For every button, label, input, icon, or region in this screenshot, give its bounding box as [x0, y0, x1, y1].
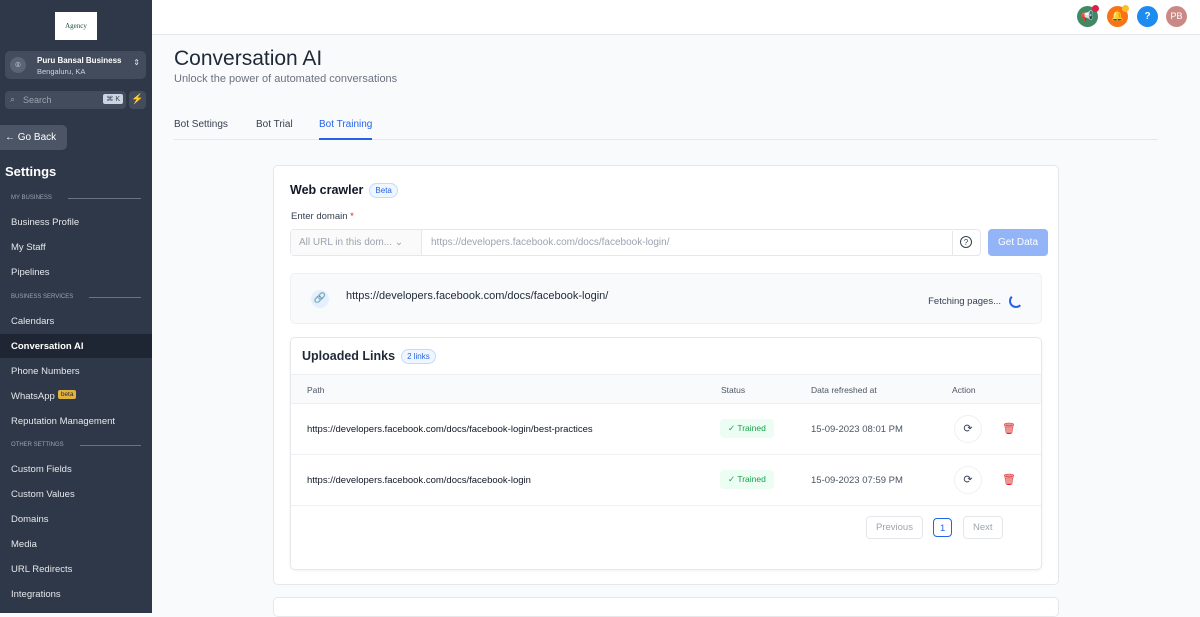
refresh-icon[interactable]: ⟳: [954, 466, 982, 494]
sidebar-item-phone-numbers[interactable]: Phone Numbers: [0, 359, 152, 383]
sidebar-item-custom-values[interactable]: Custom Values: [0, 482, 152, 506]
refresh-icon[interactable]: ⟳: [954, 415, 982, 443]
next-card: [273, 597, 1059, 617]
status-badge: ✓ Trained: [720, 470, 774, 489]
link-path[interactable]: https://developers.facebook.com/docs/fac…: [307, 475, 531, 486]
tab-bot-training[interactable]: Bot Training: [319, 119, 373, 140]
fetching-status: Fetching pages...: [928, 296, 1001, 307]
previous-page-button[interactable]: Previous: [866, 516, 923, 539]
announcements-megaphone-icon[interactable]: 📢: [1077, 5, 1099, 27]
table-header: Path Status Data refreshed at Action: [291, 374, 1041, 404]
refreshed-at: 15-09-2023 07:59 PM: [811, 475, 903, 486]
sidebar-item-my-staff[interactable]: My Staff: [0, 235, 152, 259]
sidebar-item-business-profile[interactable]: Business Profile: [0, 210, 152, 234]
top-bar: 📢 🔔 ? PB: [152, 0, 1200, 35]
status-badge: ✓ Trained: [720, 419, 774, 438]
links-count-badge: 2 links: [401, 349, 436, 365]
sidebar-item-whatsapp[interactable]: WhatsApp beta: [0, 384, 152, 408]
business-name: Puru Bansal Business: [37, 56, 122, 65]
sidebar-item-pipelines[interactable]: Pipelines: [0, 260, 152, 284]
help-button[interactable]: ?: [1137, 6, 1158, 27]
web-crawler-title: Web crawler Beta: [290, 183, 398, 199]
shortcut-hint: ⌘ K: [103, 94, 123, 104]
agency-logo: Agency: [55, 12, 97, 40]
url-scope-select[interactable]: All URL in this dom... ⌄: [291, 230, 422, 255]
sidebar-item-url-redirects[interactable]: URL Redirects: [0, 557, 152, 581]
table-row: https://developers.facebook.com/docs/fac…: [291, 404, 1041, 455]
section-other-settings: OTHER SETTINGS: [11, 442, 141, 448]
uploaded-links-title: Uploaded Links 2 links: [302, 349, 436, 365]
sidebar-item-conversation-ai[interactable]: Conversation AI: [0, 334, 152, 358]
business-switcher[interactable]: ⌾ Puru Bansal Business Bengaluru, KA ⇕: [5, 51, 146, 79]
table-row: https://developers.facebook.com/docs/fac…: [291, 455, 1041, 506]
main-content: 📢 🔔 ? PB Conversation AI Unlock the powe…: [152, 0, 1200, 617]
search-input[interactable]: ⌕ Search ⌘ K: [5, 91, 126, 109]
web-crawler-card: Web crawler Beta Enter domain * All URL i…: [273, 165, 1059, 585]
uploaded-links-panel: Uploaded Links 2 links Path Status Data r…: [290, 337, 1042, 570]
sidebar-item-reputation-management[interactable]: Reputation Management: [0, 409, 152, 433]
delete-icon[interactable]: 🗑: [1002, 473, 1016, 486]
sidebar-item-calendars[interactable]: Calendars: [0, 309, 152, 333]
fetching-url: https://developers.facebook.com/docs/fac…: [346, 290, 609, 302]
settings-title: Settings: [5, 164, 57, 179]
sidebar-item-integrations[interactable]: Integrations: [0, 582, 152, 606]
next-page-button[interactable]: Next: [963, 516, 1003, 539]
loading-spinner-icon: [1009, 294, 1023, 308]
link-icon: 🔗: [311, 290, 329, 308]
location-icon: ⌾: [10, 57, 26, 73]
sidebar-item-custom-fields[interactable]: Custom Fields: [0, 457, 152, 481]
domain-input-group: All URL in this dom... ⌄ https://develop…: [290, 229, 981, 256]
link-path[interactable]: https://developers.facebook.com/docs/fac…: [307, 424, 593, 435]
search-icon: ⌕: [10, 94, 16, 104]
section-my-business: MY BUSINESS: [11, 195, 141, 201]
go-back-button[interactable]: ← Go Back: [0, 125, 67, 150]
page-subtitle: Unlock the power of automated conversati…: [174, 73, 398, 85]
quick-action-bolt-icon[interactable]: ⚡: [129, 91, 146, 109]
refreshed-at: 15-09-2023 08:01 PM: [811, 424, 903, 435]
page-title: Conversation AI: [174, 47, 323, 70]
chevron-down-icon: ⌄: [394, 237, 404, 248]
section-business-services: BUSINESS SERVICES: [11, 294, 141, 300]
notifications-bell-icon[interactable]: 🔔: [1107, 5, 1129, 27]
domain-input[interactable]: https://developers.facebook.com/docs/fac…: [431, 237, 669, 248]
user-avatar[interactable]: PB: [1166, 6, 1187, 27]
fetching-status-panel: 🔗 https://developers.facebook.com/docs/f…: [290, 273, 1042, 324]
chevron-updown-icon: ⇕: [133, 58, 140, 67]
domain-label: Enter domain *: [291, 211, 354, 222]
sidebar: Agency ⌾ Puru Bansal Business Bengaluru,…: [0, 0, 152, 613]
tab-bot-trial[interactable]: Bot Trial: [256, 119, 293, 130]
sidebar-item-domains[interactable]: Domains: [0, 507, 152, 531]
page-1-button[interactable]: 1: [933, 518, 953, 537]
tab-bot-settings[interactable]: Bot Settings: [174, 119, 228, 130]
help-circle-icon[interactable]: ?: [952, 231, 972, 256]
tab-bar: Bot Settings Bot Trial Bot Training: [174, 110, 1158, 140]
get-data-button[interactable]: Get Data: [988, 229, 1048, 256]
beta-badge: Beta: [369, 183, 398, 199]
sidebar-item-media[interactable]: Media: [0, 532, 152, 556]
beta-badge: beta: [57, 390, 77, 399]
business-location: Bengaluru, KA: [37, 67, 86, 76]
delete-icon[interactable]: 🗑: [1002, 422, 1016, 435]
